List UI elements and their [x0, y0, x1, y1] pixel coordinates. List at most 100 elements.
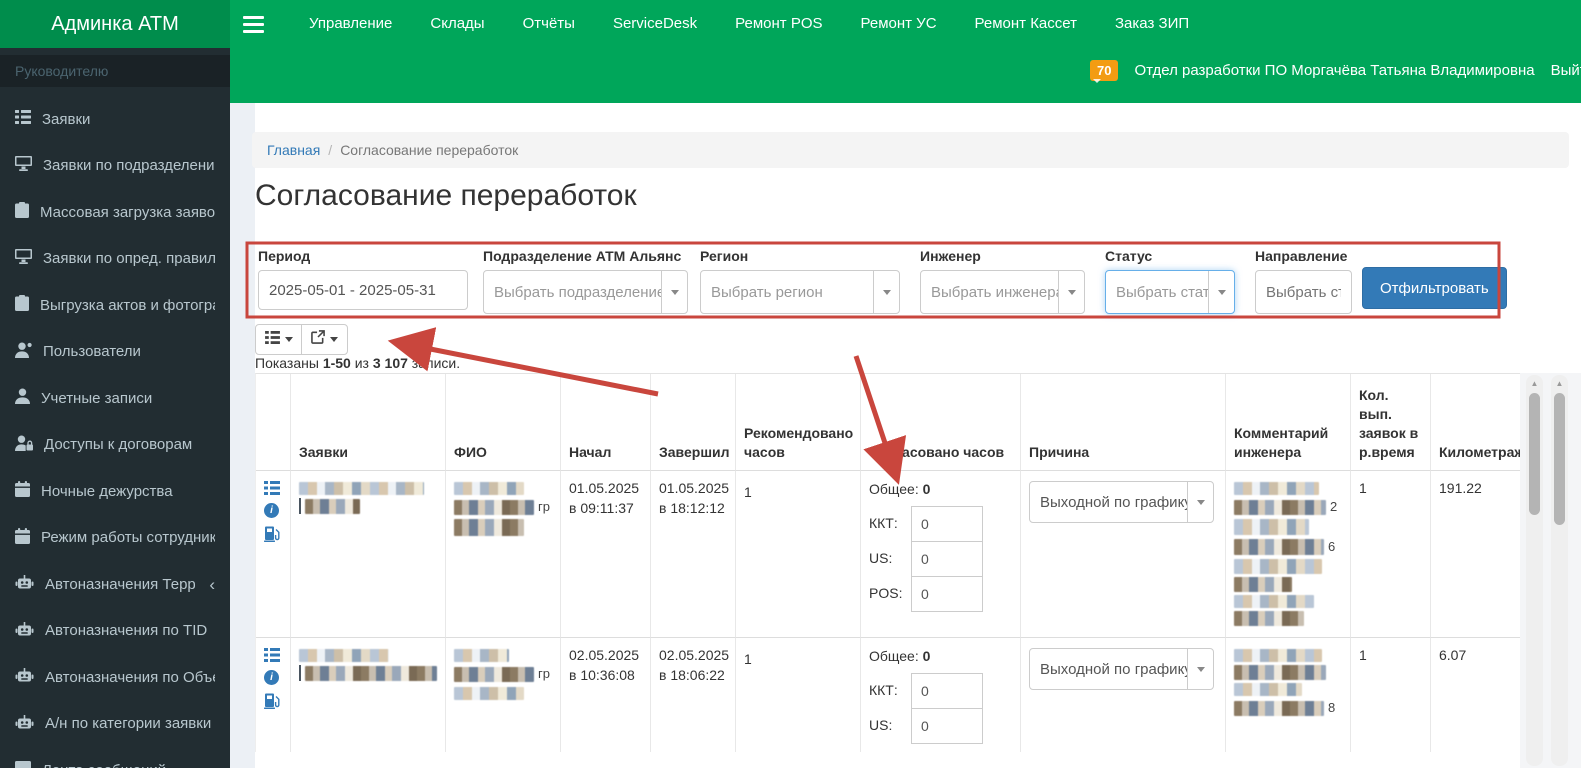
redacted-text	[1234, 683, 1302, 697]
cell-soglasovano: Общее: 0 ККТ: US: POS:	[861, 471, 1021, 639]
fuel-pump-icon[interactable]	[264, 526, 282, 542]
sidebar-item-nochnye-dezhurstva[interactable]: Ночные дежурства	[0, 468, 230, 515]
chevron-down-icon[interactable]	[1187, 482, 1213, 522]
sidebar-item-avtonaznacheniya-obekt[interactable]: Автоназначения по Объекту	[0, 654, 230, 701]
sidebar-item-label: Режим работы сотрудников	[41, 529, 215, 547]
fuel-pump-icon[interactable]	[264, 693, 282, 710]
scrollbar-thumb[interactable]	[1554, 393, 1565, 525]
monitor-icon	[15, 156, 32, 175]
chevron-down-icon[interactable]	[661, 271, 687, 313]
clipboard-icon	[15, 295, 29, 315]
engineer-select[interactable]: Выбрать инженера	[920, 270, 1085, 314]
redacted-text	[299, 482, 424, 495]
sidebar-item-avtonaznacheniya-territ[interactable]: Автоназначения Террит. ‹	[0, 561, 230, 608]
reason-select-value: Выходной по графику	[1040, 660, 1187, 678]
us-input[interactable]	[911, 540, 983, 577]
redacted-text	[1234, 665, 1326, 681]
filter-status: Статус Выбрать статус	[1105, 248, 1235, 314]
nav-item-zakaz-zip[interactable]: Заказ ЗИП	[1096, 0, 1208, 48]
kkt-input[interactable]	[911, 505, 983, 542]
sidebar-item-an-po-kategorii[interactable]: А/н по категории заявки	[0, 701, 230, 748]
row-list-icon[interactable]	[264, 648, 282, 663]
user-icon	[15, 388, 30, 408]
th-zavershil: Завершил	[651, 374, 736, 471]
cell-soglasovano: Общее: 0 ККТ: US:	[861, 638, 1021, 752]
sidebar-item-zayavki[interactable]: Заявки	[0, 96, 230, 143]
sidebar-item-label: Ночные дежурства	[41, 482, 173, 500]
us-input[interactable]	[911, 707, 983, 744]
sidebar-item-label: Заявки по опред. правилам	[43, 250, 215, 268]
sidebar-item-massovaya-zagruzka[interactable]: Массовая загрузка заявок	[0, 189, 230, 236]
status-select[interactable]: Выбрать статус	[1105, 270, 1235, 314]
nav-item-remont-us[interactable]: Ремонт УС	[842, 0, 956, 48]
scroll-up-icon[interactable]: ▲	[1551, 375, 1568, 388]
scroll-up-icon[interactable]: ▲	[1526, 375, 1543, 388]
cell-kol-vyp: 1	[1351, 471, 1431, 639]
sidebar-item-dostupy-k-dogovoram[interactable]: Доступы к договорам	[0, 422, 230, 469]
redacted-text	[299, 649, 389, 663]
nav-item-servicedesk[interactable]: ServiceDesk	[594, 0, 716, 48]
user-name[interactable]: Отдел разработки ПО Моргачёва Татьяна Вл…	[1134, 62, 1534, 79]
row-list-icon[interactable]	[264, 481, 282, 495]
sidebar-item-polzovateli[interactable]: Пользователи	[0, 329, 230, 376]
nav-item-sklady[interactable]: Склады	[411, 0, 503, 48]
cell-nachal: 01.05.2025 в 09:11:37	[561, 471, 651, 639]
chevron-down-icon[interactable]	[1208, 271, 1234, 313]
app-logo[interactable]: Админка АТМ	[0, 0, 230, 48]
sidebar-item-uchetnye-zapisi[interactable]: Учетные записи	[0, 375, 230, 422]
breadcrumb-separator: /	[328, 142, 333, 158]
redacted-text	[1234, 519, 1309, 536]
filter-button[interactable]: Отфильтровать	[1362, 267, 1507, 309]
sidebar-item-avtonaznacheniya-tid[interactable]: Автоназначения по TID	[0, 608, 230, 655]
chevron-down-icon[interactable]	[873, 271, 899, 313]
chevron-down-icon[interactable]	[1187, 649, 1213, 690]
filter-direction-label: Направление	[1255, 248, 1348, 264]
hamburger-icon[interactable]	[243, 15, 264, 33]
sidebar-item-label: Заявки	[42, 110, 91, 128]
nav-item-upravlenie[interactable]: Управление	[290, 0, 411, 48]
division-select[interactable]: Выбрать подразделение	[483, 270, 688, 314]
info-icon[interactable]: i	[264, 503, 279, 518]
sidebar-item-lenta-soobshcheniy[interactable]: Лента сообщений	[0, 747, 230, 768]
sidebar-item-zayavki-po-podrazdeleniyu[interactable]: Заявки по подразделению	[0, 143, 230, 190]
grid-summary: Показаны 1-50 из 3 107 записи.	[255, 355, 461, 371]
region-select[interactable]: Выбрать регион	[700, 270, 900, 314]
nav-item-otchety[interactable]: Отчёты	[504, 0, 594, 48]
notification-badge[interactable]: 70	[1090, 60, 1119, 83]
kkt-input[interactable]	[911, 672, 983, 709]
scrollbar-thumb[interactable]	[1529, 393, 1540, 515]
sidebar-item-rezhim-raboty[interactable]: Режим работы сотрудников	[0, 515, 230, 562]
nav-item-remont-kasset[interactable]: Ремонт Кассет	[956, 0, 1096, 48]
nav-item-remont-pos[interactable]: Ремонт POS	[716, 0, 841, 48]
redacted-text	[454, 666, 534, 682]
cell-prichina: Выходной по графику	[1021, 471, 1226, 639]
export-button[interactable]	[301, 324, 348, 355]
chevron-down-icon[interactable]	[1058, 271, 1084, 313]
sidebar-item-zayavki-po-pravilam[interactable]: Заявки по опред. правилам	[0, 236, 230, 283]
reason-select[interactable]: Выходной по графику	[1029, 648, 1214, 691]
overtime-table: Заявки ФИО Начал Завершил Рекомендовано …	[255, 373, 1524, 752]
columns-toggle-button[interactable]	[255, 324, 302, 355]
pos-input[interactable]	[911, 575, 983, 612]
logout-link[interactable]: Выйти	[1551, 62, 1581, 79]
breadcrumb-home-link[interactable]: Главная	[267, 142, 320, 158]
inner-scrollbar[interactable]: ▲	[1526, 375, 1543, 766]
redacted-text	[454, 519, 524, 537]
direction-input[interactable]	[1255, 270, 1352, 314]
reason-select[interactable]: Выходной по графику	[1029, 481, 1214, 523]
chevron-down-icon	[284, 337, 293, 342]
message-icon	[15, 760, 31, 768]
filter-period: Период	[258, 248, 468, 310]
cell-zayavki	[291, 638, 446, 752]
sidebar-item-vygruzka-aktov[interactable]: Выгрузка актов и фотографи	[0, 282, 230, 329]
main-menu: Управление Склады Отчёты ServiceDesk Рем…	[290, 0, 1208, 48]
th-nachal: Начал	[561, 374, 651, 471]
info-icon[interactable]: i	[264, 670, 279, 686]
table-right-gutter: ▲ ▲	[1520, 373, 1581, 768]
th-soglasovano: Согласовано часов	[861, 374, 1021, 471]
cell-kol-vyp: 1	[1351, 638, 1431, 752]
period-input[interactable]	[258, 270, 468, 310]
filter-region-label: Регион	[700, 248, 749, 264]
filter-direction: Направление	[1255, 248, 1352, 314]
outer-scrollbar[interactable]: ▲	[1551, 375, 1568, 766]
